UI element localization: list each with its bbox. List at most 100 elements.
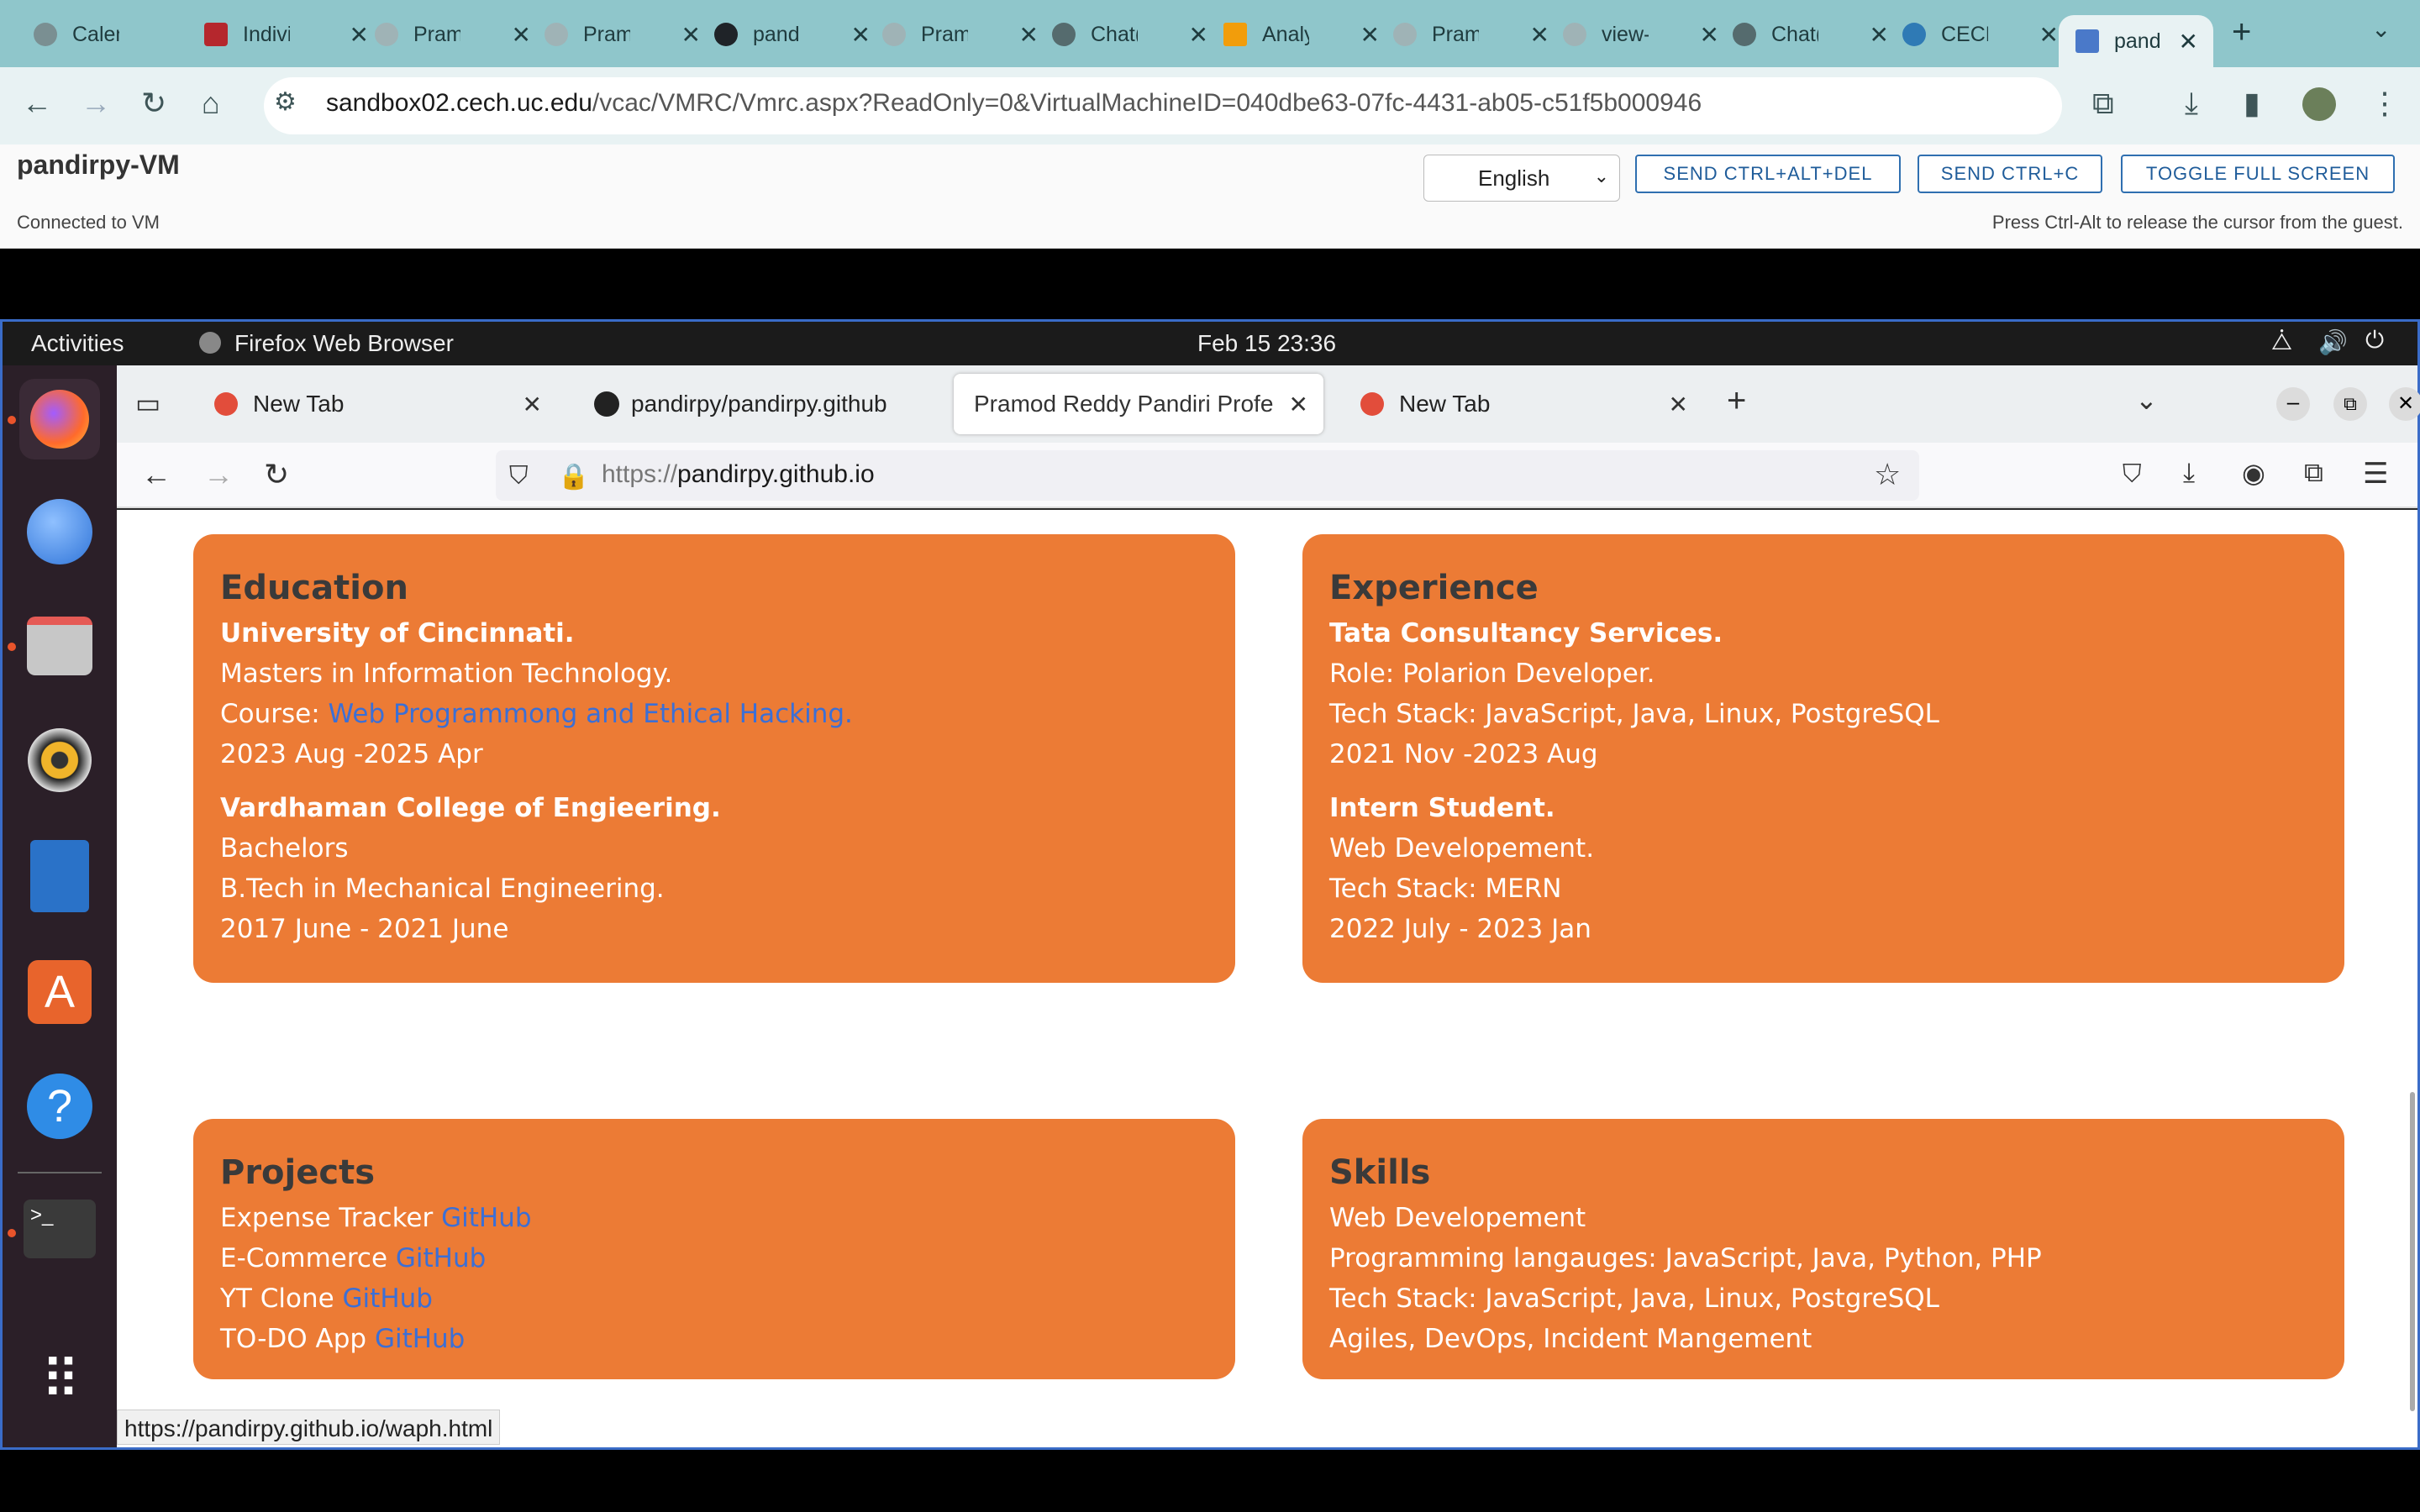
close-icon[interactable]: ✕ — [2179, 28, 2198, 55]
close-icon[interactable]: ✕ — [681, 21, 701, 49]
power-icon[interactable]: ⏻ — [2365, 327, 2384, 354]
activities-button[interactable]: Activities — [31, 330, 124, 357]
firefox-tab-bar: ▭ New Tab✕ pandirpy/pandirpy.github✕ Pra… — [117, 365, 2420, 443]
tab-search-icon[interactable]: ⌄ — [2371, 15, 2391, 43]
download-icon[interactable]: ⤓ — [2185, 86, 2198, 122]
firefox-url-text[interactable]: https://pandirpy.github.io — [602, 460, 875, 489]
chrome-tab[interactable]: CECH✕ — [1902, 15, 2059, 54]
chrome-tab[interactable]: Indivi ✕ — [204, 15, 369, 54]
course-line: Course: Web Programmong and Ethical Hack… — [220, 699, 853, 729]
skill-item: Programming langauges: JavaScript, Java,… — [1329, 1243, 2042, 1273]
minimize-icon[interactable]: – — [2276, 387, 2310, 421]
chrome-tab[interactable]: view- ✕ — [1563, 15, 1719, 54]
github-link[interactable]: GitHub — [375, 1324, 465, 1354]
close-icon[interactable]: ✕ — [350, 21, 369, 49]
close-icon[interactable]: ✕ — [512, 21, 531, 49]
project-item: Expense Tracker GitHub — [220, 1203, 532, 1233]
network-icon[interactable]: ⧊ — [2271, 328, 2292, 356]
back-icon[interactable]: ← — [141, 457, 171, 492]
app-menu[interactable]: Firefox Web Browser — [234, 330, 454, 357]
close-icon[interactable]: ✕ — [1669, 391, 1688, 418]
close-icon[interactable]: ✕ — [1700, 21, 1719, 49]
bookmark-star-icon[interactable]: ☆ — [1874, 457, 1901, 492]
list-all-tabs-icon[interactable]: ⌄ — [2135, 384, 2158, 416]
chrome-tab[interactable]: Analy✕ — [1223, 15, 1380, 54]
thunderbird-icon[interactable] — [19, 491, 100, 572]
reload-icon[interactable]: ↻ — [141, 86, 166, 121]
send-ctrl-c-button[interactable]: SEND CTRL+C — [1918, 155, 2102, 193]
address-text[interactable]: sandbox02.cech.uc.edu/vcac/VMRC/Vmrc.asp… — [326, 89, 1702, 118]
chrome-tab[interactable]: Pram ✕ — [1393, 15, 1549, 54]
files-icon[interactable] — [19, 606, 100, 686]
project-item: TO-DO App GitHub — [220, 1324, 466, 1354]
close-icon[interactable]: ✕ — [1360, 21, 1380, 49]
volume-icon[interactable]: 🔊 — [2318, 328, 2348, 356]
close-icon[interactable]: ✕ — [1289, 391, 1308, 418]
firefox-tab-active[interactable]: Pramod Reddy Pandiri Profe ✕ — [954, 374, 1323, 434]
lock-icon[interactable]: 🔒 — [558, 462, 589, 491]
course-link[interactable]: Web Programmong and Ethical Hacking. — [329, 699, 853, 729]
new-tab-button[interactable]: + — [2232, 13, 2251, 51]
tracking-shield-icon[interactable]: ⛉ — [509, 462, 529, 491]
github-link[interactable]: GitHub — [343, 1284, 433, 1314]
close-icon[interactable]: ✕ — [1019, 21, 1039, 49]
download-icon[interactable]: ⤓ — [2183, 457, 2195, 489]
send-ctrl-alt-del-button[interactable]: SEND CTRL+ALT+DEL — [1635, 155, 1901, 193]
github-icon — [594, 391, 619, 417]
close-icon[interactable]: ✕ — [1530, 21, 1549, 49]
chrome-tab[interactable]: Chat(✕ — [1052, 15, 1208, 54]
rhythmbox-icon[interactable] — [19, 720, 100, 801]
back-icon[interactable]: ← — [22, 86, 52, 121]
reload-icon[interactable]: ↻ — [264, 457, 289, 492]
side-panel-icon[interactable]: ▮ — [2244, 86, 2260, 121]
libreoffice-impress-icon[interactable] — [19, 836, 100, 916]
extensions-icon[interactable]: ⧉ — [2304, 457, 2323, 489]
degree: Masters in Information Technology. — [220, 659, 673, 689]
chrome-menu-icon[interactable]: ⋮ — [2370, 86, 2400, 121]
show-apps-icon[interactable]: ⠿ — [19, 1340, 100, 1420]
hamburger-menu-icon[interactable]: ☰ — [2363, 457, 2388, 491]
close-icon[interactable]: ✕ — [2039, 21, 2059, 49]
forward-icon[interactable]: → — [203, 457, 234, 492]
tab-favicon-icon — [1563, 23, 1586, 46]
chrome-tab[interactable]: Pram ✕ — [544, 15, 701, 54]
chrome-tab-active[interactable]: pand ✕ — [2059, 15, 2213, 67]
extensions-icon[interactable]: ⧉ — [2092, 86, 2114, 122]
clock[interactable]: Feb 15 23:36 — [1197, 330, 1336, 357]
forward-icon[interactable]: → — [81, 86, 111, 121]
help-icon[interactable]: ? — [19, 1066, 100, 1147]
maximize-icon[interactable]: ⧉ — [2333, 387, 2367, 421]
link-status-tooltip: https://pandirpy.github.io/waph.html — [117, 1410, 501, 1445]
toggle-full-screen-button[interactable]: TOGGLE FULL SCREEN — [2121, 155, 2395, 193]
firefox-tab[interactable]: New Tab ✕ — [1340, 374, 1703, 434]
avatar[interactable] — [2302, 87, 2336, 121]
language-select[interactable]: English ⌄ — [1423, 155, 1620, 202]
close-icon[interactable]: ✕ — [523, 391, 542, 418]
firefox-favicon-icon — [214, 392, 238, 416]
chrome-tab[interactable]: Pram ✕ — [375, 15, 531, 54]
new-tab-button[interactable]: + — [1727, 382, 1746, 420]
close-icon[interactable]: ✕ — [851, 21, 871, 49]
page-scrollbar[interactable] — [2410, 1092, 2415, 1411]
chrome-tab[interactable]: Pram ✕ — [882, 15, 1039, 54]
app-center-icon[interactable]: A — [19, 952, 100, 1032]
chatgpt-icon — [1733, 23, 1756, 46]
major: B.Tech in Mechanical Engineering. — [220, 874, 665, 904]
chrome-tab[interactable]: Calen — [34, 15, 126, 54]
site-info-icon[interactable]: ⚙ — [274, 87, 297, 117]
chrome-tab[interactable]: Chat(✕ — [1733, 15, 1889, 54]
firefox-tab[interactable]: New Tab ✕ — [194, 374, 557, 434]
account-icon[interactable]: ◉ — [2242, 457, 2265, 489]
dates: 2023 Aug -2025 Apr — [220, 739, 483, 769]
github-link[interactable]: GitHub — [441, 1203, 531, 1233]
chrome-tab[interactable]: pand ✕ — [714, 15, 871, 54]
firefox-view-icon[interactable]: ▭ — [135, 387, 160, 419]
close-window-icon[interactable]: ✕ — [2389, 387, 2420, 421]
terminal-icon[interactable]: >_ — [19, 1189, 100, 1269]
github-link[interactable]: GitHub — [396, 1243, 486, 1273]
close-icon[interactable]: ✕ — [1870, 21, 1889, 49]
pocket-icon[interactable]: ⛉ — [2123, 460, 2142, 489]
home-icon[interactable]: ⌂ — [202, 86, 220, 121]
close-icon[interactable]: ✕ — [1189, 21, 1208, 49]
firefox-icon[interactable] — [19, 379, 100, 459]
